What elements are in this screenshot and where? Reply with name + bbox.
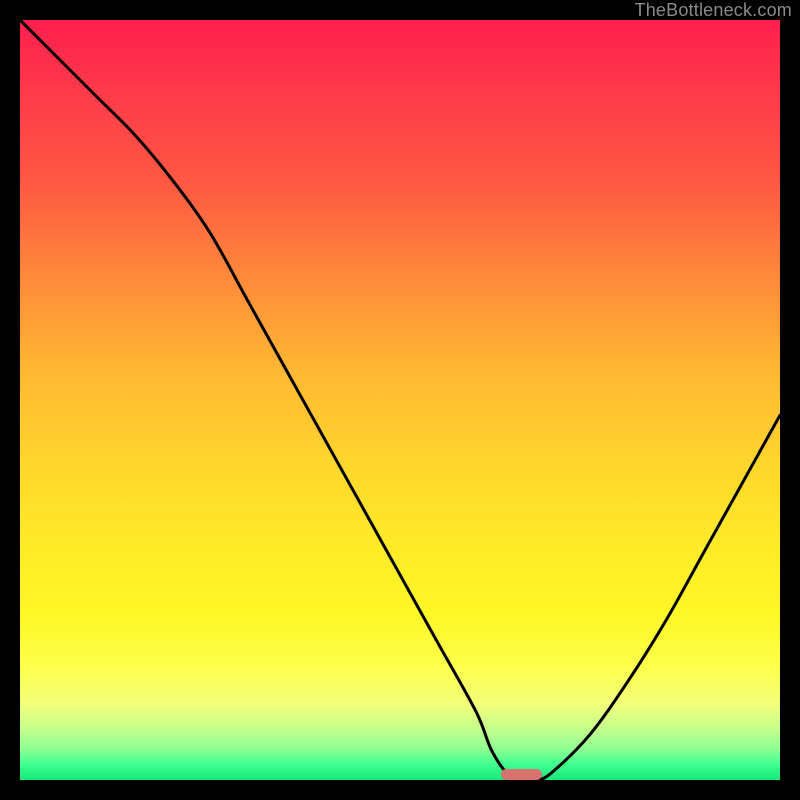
watermark-label: TheBottleneck.com (635, 0, 792, 20)
plot-area (20, 20, 780, 780)
chart-frame: TheBottleneck.com (0, 0, 800, 800)
optimal-marker (501, 769, 543, 780)
bottleneck-curve (20, 20, 780, 780)
curve-path (20, 20, 780, 780)
